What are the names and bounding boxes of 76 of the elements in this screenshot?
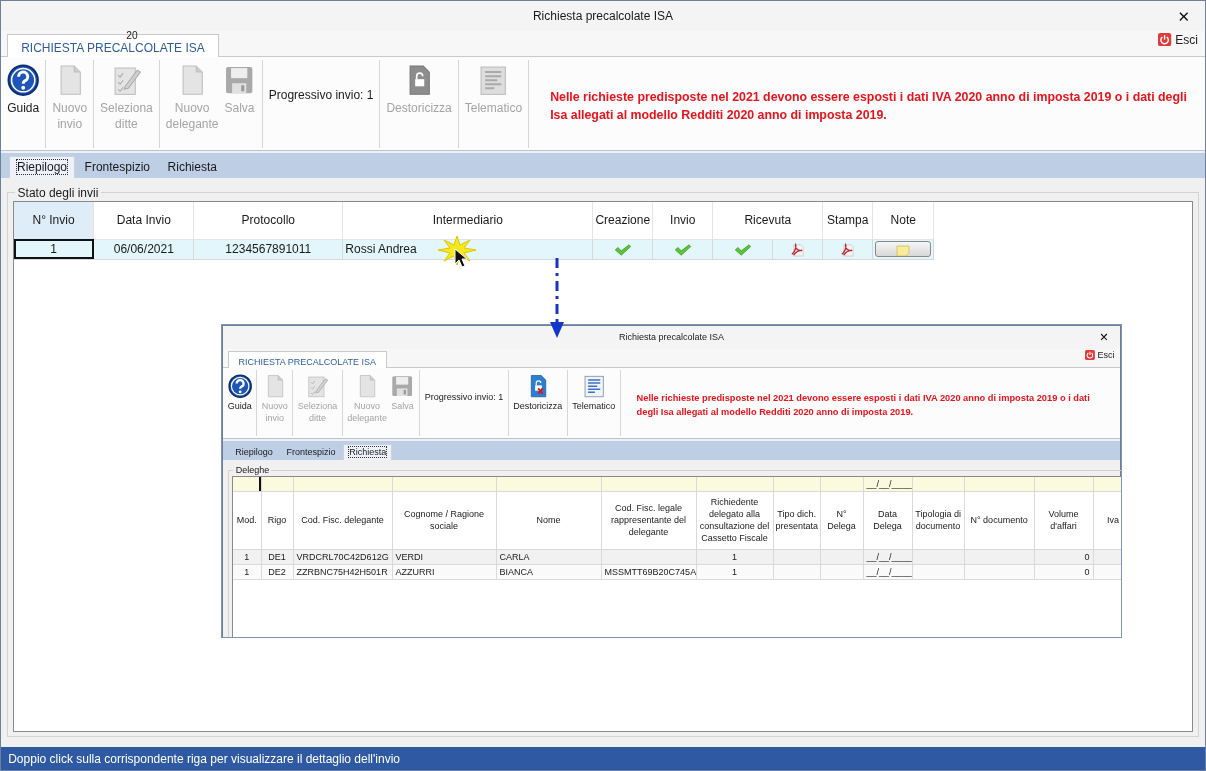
filter-cell[interactable] [293, 477, 393, 492]
check-icon [673, 244, 692, 257]
exit-button[interactable]: Esci [1083, 349, 1117, 360]
window-title: Richiesta precalcolate ISA [618, 332, 725, 343]
ribbon-tab[interactable]: RICHIESTA PRECALCOLATE ISA [227, 350, 387, 369]
column-header[interactable]: Cod. Fisc. legale rappresentante del delegante [601, 491, 697, 550]
column-header[interactable]: N° Delega [820, 491, 864, 550]
filter-cell[interactable] [696, 477, 774, 492]
progress-label: Progressivo invio: 1 [268, 87, 374, 103]
column-header[interactable]: N° documento [964, 491, 1035, 550]
column-header[interactable]: Ricevuta [712, 201, 823, 240]
close-button[interactable]: ✕ [1175, 7, 1192, 26]
column-header[interactable]: Iva [1093, 491, 1121, 550]
pdf-icon[interactable] [790, 241, 806, 257]
pdf-icon[interactable] [840, 241, 856, 257]
overlay-text: 20 [126, 31, 138, 42]
check-icon [613, 244, 632, 257]
ribbon-tab[interactable]: RICHIESTA PRECALCOLATE ISA 20 [7, 33, 219, 58]
column-header[interactable]: Nome [496, 491, 602, 550]
column-header[interactable]: Cognome / Ragione sociale [392, 491, 497, 550]
column-header[interactable]: Intermediario [342, 201, 593, 240]
close-button[interactable]: ✕ [1098, 331, 1110, 345]
column-header[interactable]: Richiedente delegato alla consultazione del Cassetto Fiscale [696, 491, 774, 550]
filter-cell[interactable] [233, 477, 262, 492]
group-title: Stato degli invii [16, 185, 100, 200]
toolbar-button[interactable]: Destoricizza [513, 373, 563, 413]
warning-text: Nelle richieste predisposte nel 2021 devono essere esposti i dati IVA 2020 anno di imposta 2019 o i dati degli Isa allegati al modello Redditi 2020 anno di imposta 2019. [549, 89, 1188, 125]
column-header[interactable]: Invio [652, 201, 713, 240]
help-icon [7, 64, 40, 97]
filter-cell[interactable] [964, 477, 1035, 492]
filter-cell[interactable] [392, 477, 497, 492]
toolbar-button[interactable]: Guida [7, 64, 40, 116]
cursor-icon [454, 248, 468, 268]
column-header[interactable]: Data Delega [863, 491, 913, 550]
filter-cell[interactable]: __/__/____ [863, 477, 913, 492]
filter-cell[interactable] [773, 477, 821, 492]
check-icon [733, 244, 752, 257]
filter-cell[interactable] [820, 477, 864, 492]
column-header[interactable]: Data Invio [93, 201, 194, 240]
note-icon [896, 245, 911, 257]
tab[interactable]: Riepilogo [9, 156, 75, 179]
filter-cell[interactable] [912, 477, 965, 492]
column-header[interactable]: Stampa [822, 201, 873, 240]
column-header[interactable]: Volume d'affari [1034, 491, 1094, 550]
filter-cell[interactable] [496, 477, 602, 492]
exit-button[interactable]: Esci [1155, 32, 1201, 47]
column-header[interactable]: Protocollo [193, 201, 343, 240]
column-header[interactable]: Creazione [592, 201, 653, 240]
help-icon [227, 373, 252, 399]
column-header[interactable]: Mod. [233, 491, 262, 550]
column-header[interactable]: Tipologia di documento [912, 491, 965, 550]
column-header[interactable]: Rigo [261, 491, 294, 550]
filter-cell[interactable] [261, 477, 294, 492]
filter-cell[interactable] [1034, 477, 1094, 492]
tab[interactable]: Frontespizio [280, 443, 342, 461]
report-icon [581, 373, 606, 399]
toolbar-button[interactable]: Guida [227, 373, 252, 413]
window-title: Richiesta precalcolate ISA [532, 9, 674, 23]
column-header[interactable]: Note [872, 201, 934, 240]
toolbar-button[interactable]: Telematico [572, 373, 616, 413]
group-title: Deleghe [234, 465, 271, 476]
table-cell: 1 [13, 239, 94, 260]
tab[interactable]: Richiesta [159, 156, 225, 179]
progress-label: Progressivo invio: 1 [424, 390, 504, 402]
tab[interactable]: Frontespizio [77, 156, 158, 179]
status-bar: Doppio click sulla corrispondente riga per visualizzare il dettaglio dell'invio [1, 747, 1205, 770]
warning-text: Nelle richieste predisposte nel 2021 devono essere esposti i dati IVA 2020 anno di imposta 2019 o i dati degli Isa allegati al modello Redditi 2020 anno di imposta 2019. [635, 392, 1091, 419]
filter-cell[interactable] [601, 477, 697, 492]
tab[interactable]: Richiesta [343, 443, 393, 461]
column-header[interactable]: Tipo dich. presentata [773, 491, 821, 550]
column-header[interactable]: Cod. Fisc. delegante [293, 491, 393, 550]
tab[interactable]: Riepilogo [229, 443, 279, 461]
column-header[interactable]: N° Invio [13, 201, 94, 240]
checklist-icon [305, 373, 330, 399]
save-icon [390, 373, 415, 399]
filter-cell[interactable] [1093, 477, 1121, 492]
